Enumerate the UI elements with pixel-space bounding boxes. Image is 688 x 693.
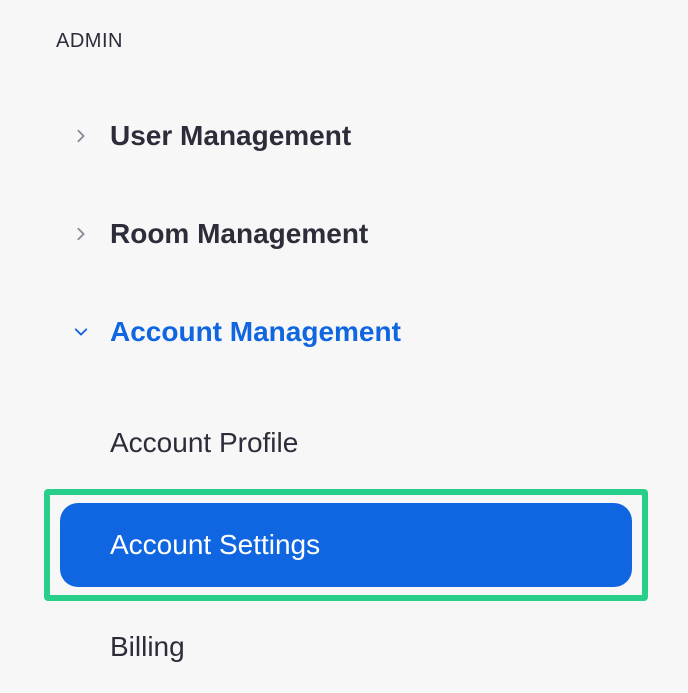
highlight-account-settings: Account Settings <box>44 489 648 601</box>
chevron-right-icon <box>70 125 92 147</box>
sub-item-label: Account Settings <box>110 529 320 560</box>
sub-item-account-settings[interactable]: Account Settings <box>60 503 632 587</box>
sub-item-label: Account Profile <box>110 427 298 458</box>
chevron-down-icon <box>70 321 92 343</box>
section-header-admin: ADMIN <box>0 30 688 53</box>
nav-item-label: User Management <box>110 120 351 152</box>
nav-item-room-management[interactable]: Room Management <box>0 209 688 259</box>
nav-item-user-management[interactable]: User Management <box>0 111 688 161</box>
sub-item-billing[interactable]: Billing <box>110 609 688 685</box>
chevron-right-icon <box>70 223 92 245</box>
sub-item-account-profile[interactable]: Account Profile <box>110 405 688 481</box>
sub-nav-account-management: Account Profile <box>0 405 688 481</box>
sub-item-label: Billing <box>110 631 185 662</box>
nav-item-account-management[interactable]: Account Management <box>0 307 688 357</box>
sub-nav-account-management-cont: Billing <box>0 609 688 685</box>
nav-item-label: Account Management <box>110 316 401 348</box>
nav-item-label: Room Management <box>110 218 368 250</box>
